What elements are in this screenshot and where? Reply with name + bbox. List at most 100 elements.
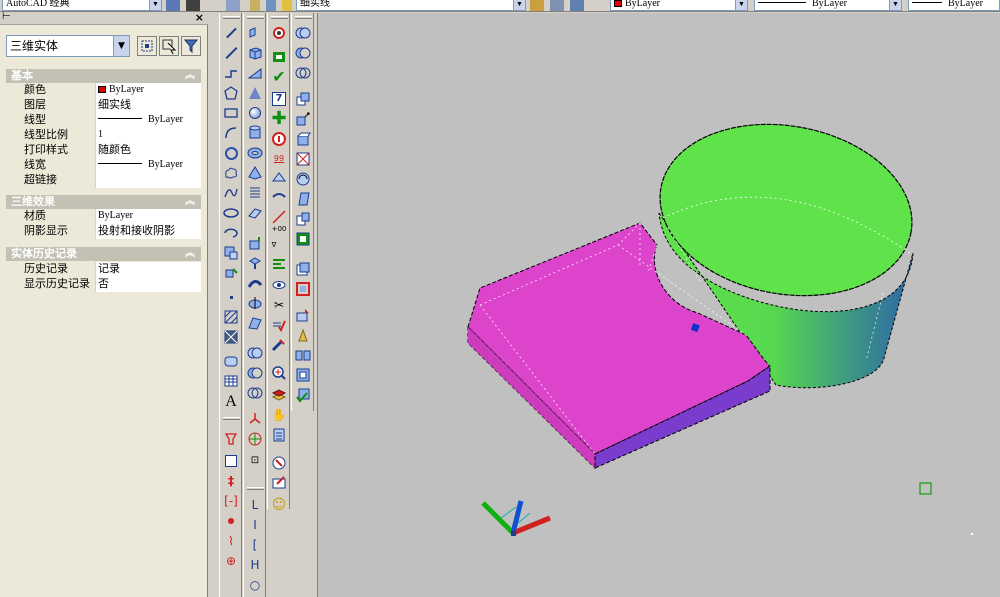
collapse-icon[interactable]: ︽ [185, 69, 195, 83]
layer-properties-icon[interactable] [226, 0, 240, 11]
number-icon[interactable]: 7 [271, 91, 287, 107]
workspace-settings-icon[interactable] [166, 0, 180, 11]
property-value[interactable]: 记录 [95, 262, 201, 277]
object-type-select[interactable]: 三维实体 ▼ [6, 35, 130, 57]
workspace-save-icon[interactable] [186, 0, 200, 11]
property-row[interactable]: 超链接 [6, 173, 201, 188]
gradient-icon[interactable] [223, 329, 239, 345]
hatch-icon[interactable] [223, 309, 239, 325]
dim-diameter-icon[interactable]: ○ [247, 577, 263, 593]
tolerance-icon[interactable] [223, 431, 239, 447]
sweep-icon[interactable] [247, 275, 263, 291]
property-row[interactable]: 图层 细实线 [6, 98, 201, 113]
offset-faces-icon[interactable] [295, 131, 311, 147]
copy-edges-icon[interactable] [295, 261, 311, 277]
color-faces-icon[interactable] [295, 231, 311, 247]
extrude-faces-icon[interactable] [295, 91, 311, 107]
property-row[interactable]: 打印样式 随颜色 [6, 143, 201, 158]
property-row[interactable]: 阴影显示 投射和接收阴影 [6, 224, 201, 239]
multiline-text-icon[interactable]: A [223, 394, 239, 410]
drawing-viewport[interactable] [317, 13, 1000, 597]
check-solid-icon[interactable] [295, 387, 311, 403]
rectangle-icon[interactable] [223, 105, 239, 121]
rotate-faces-icon[interactable] [295, 171, 311, 187]
palette-titlebar[interactable]: ⊢ × [0, 11, 208, 25]
toolbar-grip[interactable] [247, 16, 264, 19]
cylinder-top-face[interactable] [646, 105, 925, 315]
table-icon[interactable] [223, 373, 239, 389]
revision-cloud-icon[interactable] [223, 165, 239, 181]
property-value[interactable]: 投射和接收阴影 [95, 224, 201, 239]
check-spelling-icon[interactable] [271, 317, 287, 333]
box-icon[interactable] [247, 45, 263, 61]
property-value[interactable]: 随颜色 [95, 143, 201, 158]
property-row[interactable]: 颜色 ByLayer [6, 83, 201, 98]
align-text-icon[interactable] [271, 257, 287, 273]
dim-radius-icon[interactable]: H [247, 557, 263, 573]
toggle-pickadd-button[interactable] [137, 36, 157, 56]
close-icon[interactable]: × [195, 11, 204, 24]
chevron-down-icon[interactable]: ▼ [889, 0, 901, 10]
trim-icon[interactable]: ✂ [271, 297, 287, 313]
property-row[interactable]: 线型 ByLayer [6, 113, 201, 128]
line-icon[interactable] [223, 25, 239, 41]
property-row[interactable]: 线型比例 1 [6, 128, 201, 143]
chevron-down-icon[interactable]: ▼ [113, 36, 129, 56]
dim-baseline-icon[interactable]: ‡ [223, 473, 239, 489]
collapse-icon[interactable]: ︽ [185, 195, 195, 209]
helix-icon[interactable] [247, 185, 263, 201]
extrude-icon[interactable] [247, 235, 263, 251]
cylinder-icon[interactable] [247, 125, 263, 141]
polygon-icon[interactable] [223, 85, 239, 101]
union-icon[interactable] [247, 345, 263, 361]
ellipse-arc-icon[interactable] [223, 225, 239, 241]
model-space-canvas[interactable] [318, 13, 1000, 597]
shade-icon[interactable] [271, 169, 287, 185]
property-value[interactable]: 1 [95, 128, 201, 143]
planar-surface-icon[interactable] [247, 205, 263, 221]
3d-align-icon[interactable]: ⊡ [247, 453, 263, 469]
separate-icon[interactable] [295, 347, 311, 363]
linetype-dropdown[interactable]: ByLayer ▼ [754, 0, 902, 11]
polyline-icon[interactable] [223, 65, 239, 81]
layer-previous-icon[interactable] [550, 0, 564, 11]
layer-state-icon[interactable] [250, 0, 260, 11]
property-row[interactable]: 材质 ByLayer [6, 209, 201, 224]
autohide-icon[interactable]: ⊢ [2, 11, 11, 22]
section-solid-history[interactable]: 实体历史记录 ︽ [6, 247, 201, 261]
fraction-icon[interactable]: 99 [271, 151, 287, 167]
clean-icon[interactable] [295, 327, 311, 343]
wedge-icon[interactable] [247, 65, 263, 81]
layer-match-icon[interactable] [570, 0, 584, 11]
property-row[interactable]: 历史记录 记录 [6, 262, 201, 277]
copy-icon[interactable] [271, 49, 287, 65]
layer-dropdown[interactable]: 细实线 ▼ [296, 0, 526, 11]
3d-move-icon[interactable] [247, 411, 263, 427]
dim-linear-icon[interactable]: L [247, 497, 263, 513]
union-icon[interactable] [295, 25, 311, 41]
polysolid-icon[interactable] [247, 25, 263, 41]
copy-faces-icon[interactable] [295, 211, 311, 227]
circle-icon[interactable] [223, 145, 239, 161]
point-icon[interactable] [223, 289, 239, 305]
make-block-icon[interactable] [223, 265, 239, 281]
pan-hand-icon[interactable]: ✋ [271, 407, 287, 423]
add-icon[interactable]: ✚ [271, 110, 287, 128]
delete-faces-icon[interactable] [295, 151, 311, 167]
subtract-icon[interactable] [295, 45, 311, 61]
chevron-down-icon[interactable]: ▼ [149, 0, 161, 10]
match-properties-icon[interactable] [271, 337, 287, 353]
info-icon[interactable] [271, 131, 287, 147]
insert-block-icon[interactable] [223, 245, 239, 261]
section-basic[interactable]: 基本 ︽ [6, 69, 201, 83]
calculator-icon[interactable] [271, 427, 287, 443]
spline-icon[interactable] [223, 185, 239, 201]
property-row[interactable]: 显示历史记录 否 [6, 277, 201, 292]
torus-icon[interactable] [247, 145, 263, 161]
select-objects-button[interactable] [159, 36, 179, 56]
3d-rotate-icon[interactable] [247, 431, 263, 447]
scale-icon[interactable]: +00 ∇ [271, 225, 287, 249]
layer-tools-icon[interactable] [271, 385, 287, 401]
smiley-icon[interactable]: ☺ [271, 497, 287, 513]
layer-freeze-icon[interactable] [266, 0, 276, 11]
